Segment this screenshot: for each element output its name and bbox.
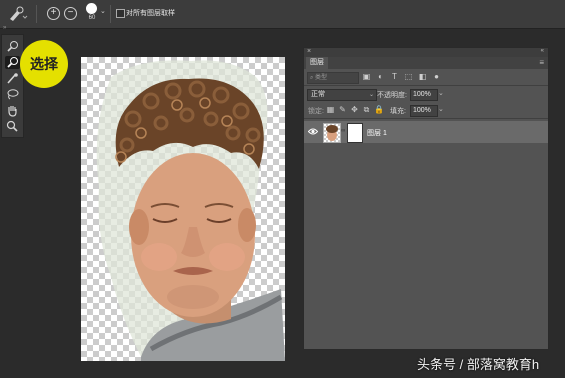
zoom-icon	[6, 120, 18, 132]
divider	[110, 5, 111, 23]
sample-all-layers-checkbox[interactable]	[116, 9, 125, 18]
close-icon[interactable]: ×	[307, 48, 311, 55]
lock-label: 锁定:	[308, 108, 324, 115]
eye-icon[interactable]	[308, 127, 318, 136]
quick-selection-brush-icon	[7, 57, 18, 68]
lock-position-icon[interactable]: ✥	[350, 105, 359, 114]
divider	[36, 5, 37, 23]
fill-input[interactable]: 100%	[410, 105, 438, 117]
divider	[304, 118, 548, 119]
tool-refine-edge-brush[interactable]	[5, 72, 20, 85]
opacity-input[interactable]: 100%	[410, 89, 438, 101]
blend-row: 正常 ⌄ 不透明度: 100% ⌄	[304, 87, 548, 101]
lock-transparent-pixels-icon[interactable]: ▦	[326, 105, 335, 114]
layer-row[interactable]: ∞ 图层 1	[304, 121, 548, 143]
toolbar-grip-icon[interactable]: »	[3, 25, 6, 31]
blend-mode-value: 正常	[311, 91, 325, 98]
brush-preview-icon[interactable]	[86, 3, 97, 14]
sample-all-layers-label: 对所有图层取样	[126, 10, 175, 17]
mask-link-icon[interactable]: ∞	[341, 128, 345, 134]
tools-panel: »	[1, 25, 24, 138]
panel-header-strip: × «	[304, 48, 548, 57]
filter-smart-object-icon[interactable]: ◧	[418, 72, 427, 81]
opacity-label: 不透明度:	[377, 92, 407, 99]
layer-filter-type: 类型	[315, 75, 328, 81]
tool-quick-selection[interactable]	[5, 40, 20, 53]
hand-icon	[8, 106, 17, 117]
blend-mode-select[interactable]: 正常 ⌄	[307, 89, 377, 101]
lock-artboard-icon[interactable]: ⧉	[362, 105, 371, 114]
filter-type-icon[interactable]: T	[390, 72, 399, 81]
options-bar: + − 60 ⌄ 对所有图层取样	[0, 0, 565, 29]
lock-row: 锁定: ▦ ✎ ✥ ⧉ 🔒 填充: 100% ⌄	[304, 103, 548, 117]
fill-slider-chevron-icon[interactable]: ⌄	[438, 105, 444, 113]
layer-thumbnail-image	[326, 125, 338, 141]
tool-lasso[interactable]	[5, 88, 20, 101]
divider	[304, 85, 548, 86]
layer-filter-select[interactable]: ⌕ 类型	[307, 72, 359, 84]
watermark-text: 头条号 / 部落窝教育h	[417, 357, 540, 372]
tool-hand[interactable]	[5, 104, 20, 117]
lock-all-icon[interactable]: 🔒	[374, 105, 384, 114]
lock-image-pixels-icon[interactable]: ✎	[338, 105, 347, 114]
quick-selection-icon	[7, 41, 18, 52]
tool-preset-picker[interactable]	[6, 4, 28, 24]
layer-filter-row: ⌕ 类型 ▣ ◐ T ⬚ ◧ ●	[304, 70, 548, 84]
add-to-selection-button[interactable]: +	[47, 7, 60, 20]
portrait-photo	[96, 60, 285, 361]
quick-selection-brush-icon	[10, 6, 28, 21]
filter-shape-icon[interactable]: ⬚	[404, 72, 413, 81]
lasso-icon	[7, 89, 19, 100]
tool-zoom[interactable]	[5, 120, 20, 133]
filter-adjustment-icon[interactable]: ◐	[376, 72, 385, 81]
tab-layers[interactable]: 图层	[306, 57, 328, 69]
layer-name[interactable]: 图层 1	[367, 128, 387, 138]
subtract-from-selection-button[interactable]: −	[64, 7, 77, 20]
panel-menu-icon[interactable]: ≡	[539, 58, 544, 67]
refine-edge-brush-icon	[7, 73, 18, 84]
layers-panel: × « 图层 ≡ ⌕ 类型 ▣ ◐ T ⬚ ◧ ● 正常 ⌄ 不透明度: 100…	[303, 47, 549, 350]
layer-thumbnail[interactable]	[323, 123, 341, 143]
panel-tab-bar: 图层 ≡	[304, 57, 548, 69]
filter-pixel-icon[interactable]: ▣	[362, 72, 371, 81]
opacity-slider-chevron-icon[interactable]: ⌄	[438, 89, 444, 97]
filter-toggle-icon[interactable]: ●	[432, 72, 441, 81]
brush-picker-chevron-icon[interactable]: ⌄	[100, 7, 106, 15]
tool-quick-selection-active[interactable]	[5, 56, 20, 69]
annotation-callout: 选择	[20, 40, 68, 88]
brush-size-value: 60	[88, 15, 96, 21]
chevron-down-icon: ⌄	[368, 92, 374, 98]
fill-label: 填充:	[390, 108, 406, 115]
layer-mask-thumbnail[interactable]	[347, 123, 363, 143]
collapse-icon[interactable]: «	[541, 48, 544, 54]
document-canvas[interactable]	[81, 57, 285, 361]
